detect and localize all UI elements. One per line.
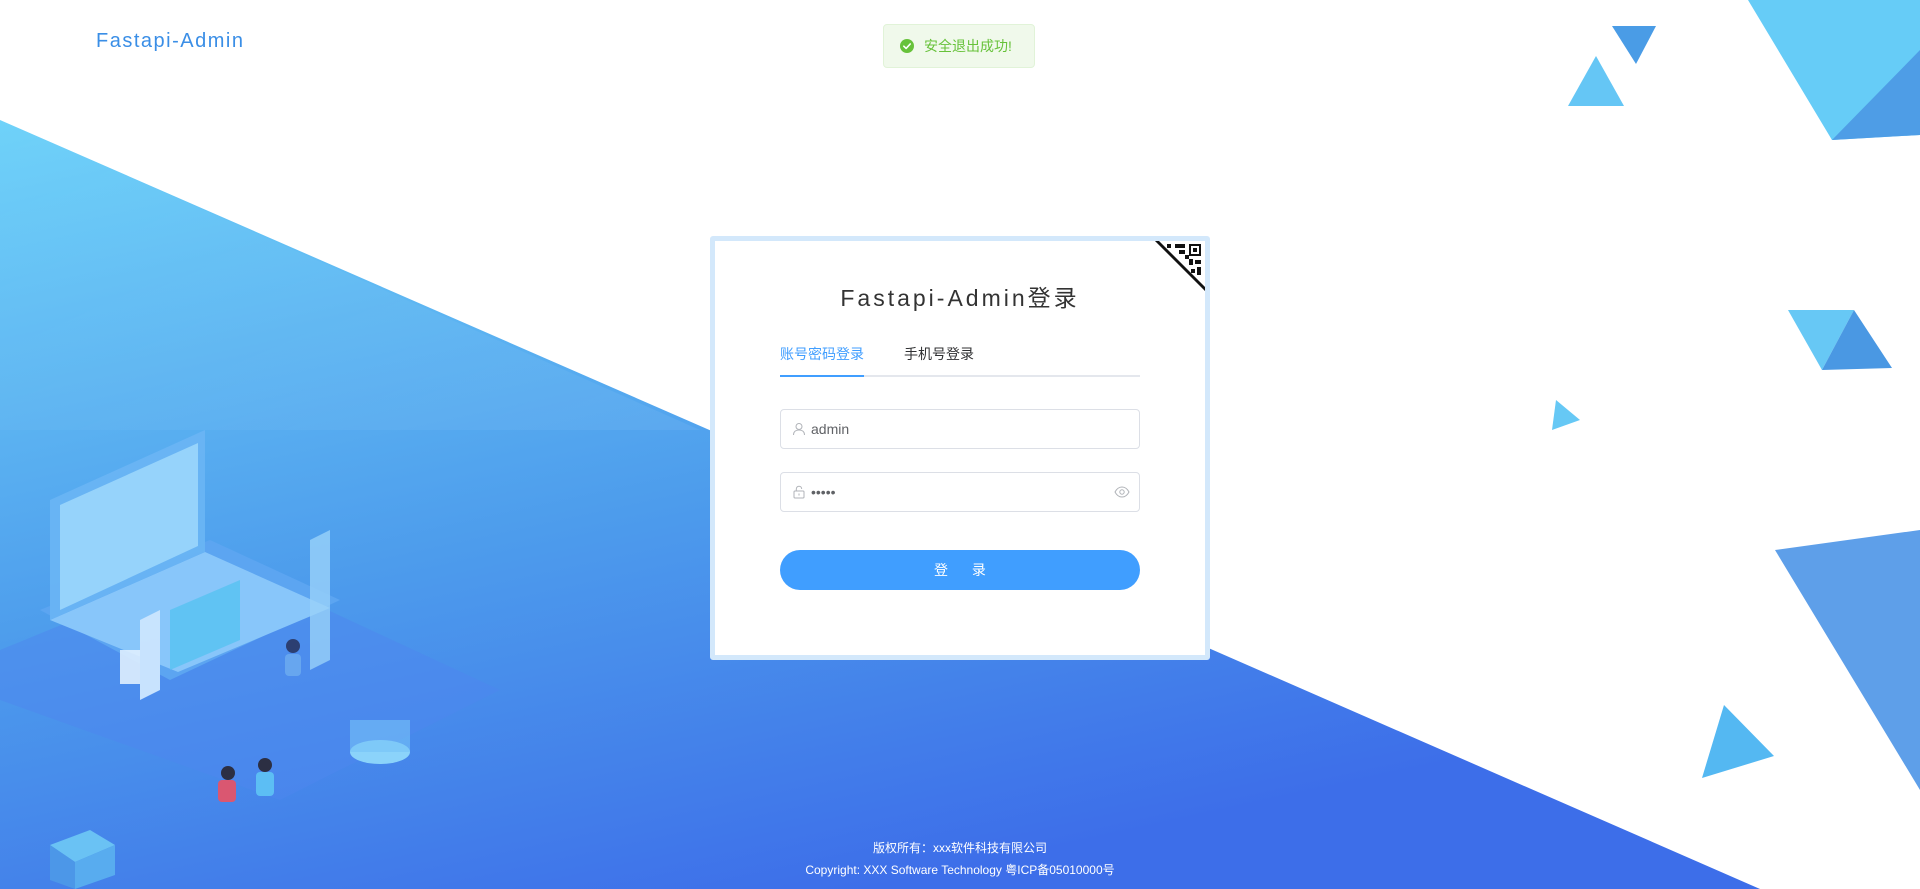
decor-triangle: [1568, 56, 1624, 106]
notification-toast: 安全退出成功!: [883, 24, 1035, 68]
footer-copyright-cn: 版权所有：xxx软件科技有限公司: [872, 841, 1047, 855]
eye-icon[interactable]: [1114, 486, 1130, 498]
decor-triangle: [1552, 400, 1580, 430]
username-input[interactable]: [811, 410, 1111, 448]
active-tab-indicator: [780, 375, 864, 377]
success-check-icon: [900, 39, 914, 53]
brand-logo-text: Fastapi-Admin: [96, 30, 245, 52]
decor-triangle: [1775, 530, 1920, 790]
notification-message: 安全退出成功!: [924, 38, 1012, 54]
decor-triangle: [1702, 705, 1774, 778]
username-field: [780, 409, 1140, 449]
footer-copyright-en: Copyright: XXX Software Technology 粤ICP备…: [805, 863, 1115, 877]
login-title: Fastapi-Admin登录: [840, 285, 1080, 311]
login-submit-button[interactable]: 登 录: [780, 550, 1140, 590]
password-input[interactable]: [811, 473, 1111, 511]
lock-icon: [793, 485, 805, 499]
login-panel: Fastapi-Admin登录 账号密码登录 手机号登录 admin 登 录: [710, 236, 1210, 660]
user-icon: [793, 423, 805, 436]
decor-triangle: [1612, 26, 1656, 64]
login-tabs: 账号密码登录 手机号登录: [780, 343, 1140, 377]
password-field: [780, 472, 1140, 512]
tab-phone-login[interactable]: 手机号登录: [904, 343, 974, 375]
tab-account-password[interactable]: 账号密码登录: [780, 343, 864, 375]
login-page: Fastapi-Admin 安全退出成功! Fastapi-Admin登录 账号…: [0, 0, 1920, 889]
